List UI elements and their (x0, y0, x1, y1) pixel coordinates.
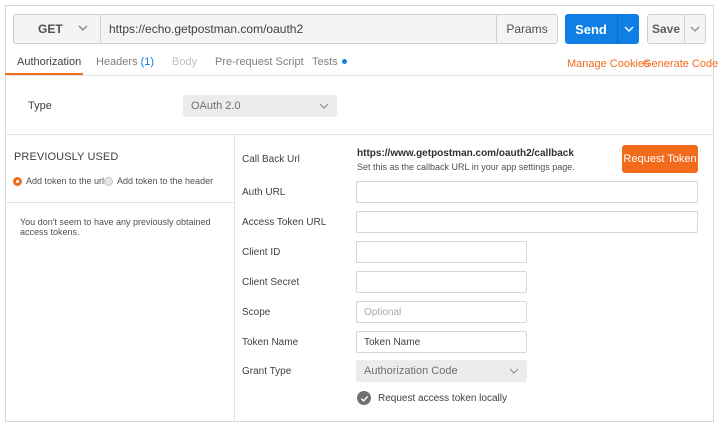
send-options-button[interactable] (617, 14, 639, 44)
auth-url-input[interactable] (356, 181, 698, 203)
grant-type-select[interactable]: Authorization Code (356, 360, 527, 382)
send-button[interactable]: Send (565, 14, 617, 44)
left-panel-divider (5, 202, 234, 203)
manage-cookies-link[interactable]: Manage Cookies (567, 58, 650, 70)
method-select[interactable]: GET (13, 14, 100, 44)
tab-tests-label: Tests (312, 56, 338, 68)
tests-indicator-dot (341, 59, 347, 64)
add-token-url-radio[interactable]: Add token to the url (13, 176, 104, 186)
checkmark-icon (357, 391, 371, 405)
generate-code-link[interactable]: Generate Code (643, 58, 718, 70)
chevron-down-icon (509, 368, 519, 374)
add-token-header-radio[interactable]: Add token to the header (104, 176, 213, 186)
save-button[interactable]: Save (647, 14, 684, 44)
chevron-down-icon (319, 103, 329, 109)
method-label: GET (38, 22, 63, 36)
tab-pre-request-script[interactable]: Pre-request Script (215, 56, 304, 68)
callback-url-label: Call Back Url (242, 154, 300, 165)
previously-used-heading: PREVIOUSLY USED (14, 151, 119, 163)
chevron-down-icon (690, 26, 700, 32)
params-button[interactable]: Params (496, 14, 558, 44)
callback-url-value: https://www.getpostman.com/oauth2/callba… (357, 148, 574, 159)
radio-unselected-icon (104, 176, 113, 186)
callback-url-hint: Set this as the callback URL in your app… (357, 162, 575, 172)
url-input[interactable]: https://echo.getpostman.com/oauth2 (100, 14, 497, 44)
chevron-down-icon (78, 25, 88, 31)
auth-type-label: Type (28, 100, 52, 112)
auth-type-select[interactable]: OAuth 2.0 (183, 95, 337, 117)
save-options-button[interactable] (684, 14, 706, 44)
auth-url-label: Auth URL (242, 187, 286, 198)
tabs-divider (5, 75, 714, 76)
access-token-url-input[interactable] (356, 211, 698, 233)
headers-count-badge: (1) (140, 56, 155, 68)
column-divider (234, 134, 235, 422)
grant-type-value: Authorization Code (364, 365, 458, 377)
chevron-down-icon (624, 26, 633, 32)
tab-headers[interactable]: Headers (1) (96, 56, 154, 68)
tab-authorization[interactable]: Authorization (17, 56, 81, 68)
client-id-input[interactable] (356, 241, 527, 263)
tab-tests[interactable]: Tests (312, 56, 347, 68)
auth-type-value: OAuth 2.0 (191, 100, 241, 112)
section-divider (5, 134, 714, 135)
radio-selected-icon (13, 176, 22, 186)
client-id-label: Client ID (242, 247, 281, 258)
request-token-button[interactable]: Request Token (622, 145, 698, 173)
token-name-input[interactable]: Token Name (356, 331, 527, 353)
tab-headers-label: Headers (96, 56, 138, 68)
client-secret-input[interactable] (356, 271, 527, 293)
client-secret-label: Client Secret (242, 277, 300, 288)
grant-type-label: Grant Type (242, 366, 292, 377)
scope-input[interactable]: Optional (356, 301, 527, 323)
add-token-header-label: Add token to the header (117, 176, 214, 186)
request-locally-label: Request access token locally (378, 392, 507, 404)
request-locally-checkbox[interactable]: Request access token locally (357, 391, 507, 405)
tab-body[interactable]: Body (172, 56, 197, 68)
add-token-url-label: Add token to the url (26, 176, 105, 186)
scope-label: Scope (242, 307, 271, 318)
no-tokens-message: You don't seem to have any previously ob… (20, 217, 211, 237)
access-token-url-label: Access Token URL (242, 217, 327, 228)
token-name-label: Token Name (242, 337, 299, 348)
